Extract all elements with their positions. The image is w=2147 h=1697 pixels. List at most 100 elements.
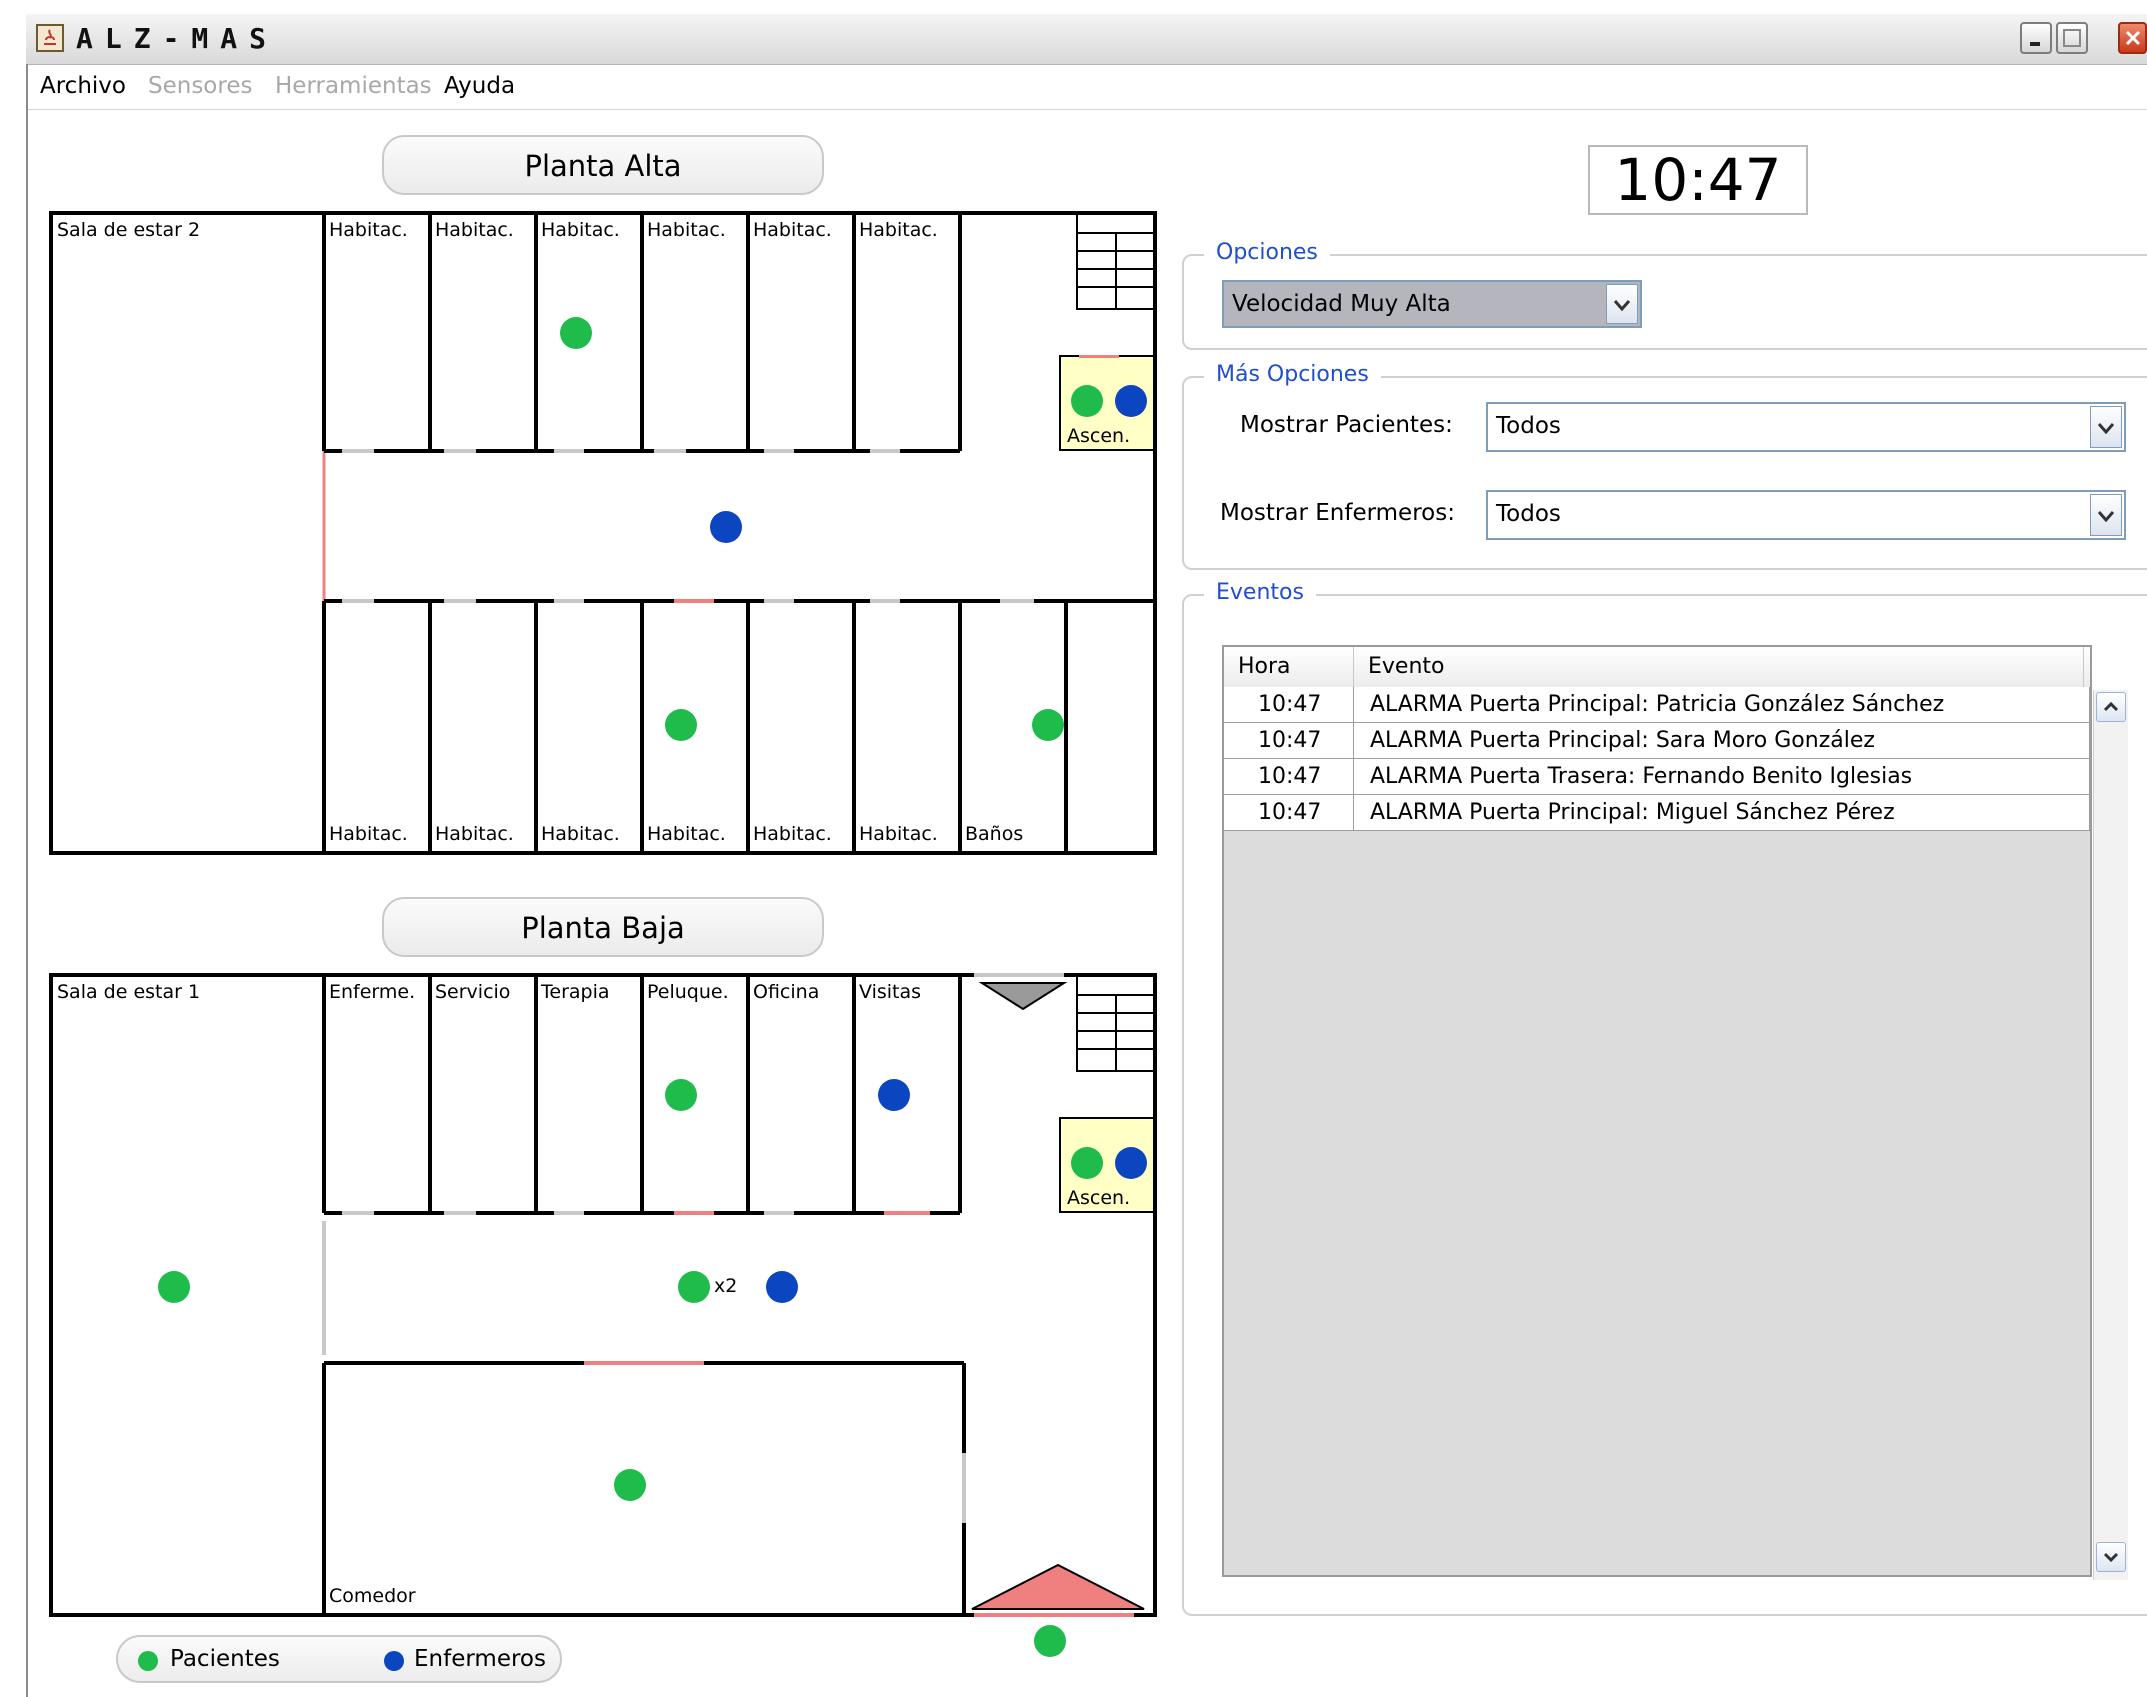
patient-marker[interactable]	[1071, 1147, 1103, 1179]
patient-marker[interactable]	[1034, 1625, 1066, 1657]
options-title: Opciones	[1204, 240, 1330, 265]
nurse-marker[interactable]	[710, 511, 742, 543]
room-label: Habitac.	[541, 219, 620, 241]
patient-marker[interactable]	[1032, 709, 1064, 741]
room-label: Habitac.	[541, 823, 620, 845]
room-label: Habitac.	[753, 823, 832, 845]
nurse-marker[interactable]	[1115, 385, 1147, 417]
room-label: Habitac.	[753, 219, 832, 241]
room-label: Habitac.	[435, 219, 514, 241]
speed-select[interactable]: Velocidad Muy Alta	[1222, 280, 1642, 328]
scroll-down-button[interactable]	[2096, 1542, 2126, 1572]
event-text: ALARMA Puerta Trasera: Fernando Benito I…	[1354, 759, 2090, 794]
room-label-oficina: Oficina	[753, 981, 820, 1003]
lower-floor-walls	[49, 973, 1157, 1617]
event-time: 10:47	[1224, 759, 1354, 794]
menu-archivo[interactable]: Archivo	[40, 73, 126, 99]
events-scrollbar[interactable]	[2093, 690, 2128, 1580]
clock-display: 10:47	[1588, 145, 1808, 215]
table-row[interactable]: 10:47 ALARMA Puerta Principal: Patricia …	[1224, 687, 2090, 723]
title-bar: ALZ-MAS	[26, 14, 2147, 65]
room-label: Habitac.	[859, 823, 938, 845]
event-text: ALARMA Puerta Principal: Patricia Gonzál…	[1354, 687, 2090, 722]
room-label-sala-estar-2: Sala de estar 2	[57, 219, 201, 241]
table-row[interactable]: 10:47 ALARMA Puerta Principal: Miguel Sá…	[1224, 795, 2090, 831]
window-title: ALZ-MAS	[76, 22, 279, 55]
minimize-icon	[2030, 42, 2040, 46]
chevron-down-icon[interactable]	[2090, 406, 2122, 448]
patient-marker[interactable]	[614, 1469, 646, 1501]
room-label: Habitac.	[859, 219, 938, 241]
planta-alta-button[interactable]: Planta Alta	[382, 135, 824, 195]
show-patients-label: Mostrar Pacientes:	[1240, 412, 1453, 438]
chevron-down-icon[interactable]	[1606, 284, 1638, 324]
room-label-sala-estar-1: Sala de estar 1	[57, 981, 201, 1003]
room-label: Habitac.	[647, 219, 726, 241]
show-nurses-value: Todos	[1496, 501, 1561, 527]
room-label-banos: Baños	[965, 823, 1024, 845]
options-group: Opciones Velocidad Muy Alta	[1182, 240, 2147, 350]
more-options-title: Más Opciones	[1204, 362, 1381, 387]
room-label: Habitac.	[647, 823, 726, 845]
patient-marker[interactable]	[678, 1271, 710, 1303]
events-title: Eventos	[1204, 580, 1316, 605]
maximize-button[interactable]	[2056, 22, 2088, 54]
patient-marker[interactable]	[560, 317, 592, 349]
close-button[interactable]	[2118, 22, 2147, 54]
show-patients-select[interactable]: Todos	[1486, 402, 2126, 452]
show-patients-value: Todos	[1496, 413, 1561, 439]
nurse-marker[interactable]	[766, 1271, 798, 1303]
elevator-label: Ascen.	[1067, 1187, 1131, 1209]
legend-patients: Pacientes	[170, 1646, 280, 1672]
room-label-enfermeria: Enferme.	[329, 981, 416, 1003]
elevator-upper: Ascen.	[1059, 355, 1155, 451]
upper-floor-walls	[49, 211, 1157, 855]
table-row[interactable]: 10:47 ALARMA Puerta Trasera: Fernando Be…	[1224, 759, 2090, 795]
event-time: 10:47	[1224, 687, 1354, 722]
event-time: 10:47	[1224, 795, 1354, 830]
room-label-terapia: Terapia	[541, 981, 610, 1003]
nurse-marker[interactable]	[878, 1079, 910, 1111]
show-nurses-label: Mostrar Enfermeros:	[1220, 500, 1455, 526]
chevron-down-icon	[2103, 1552, 2119, 1563]
patient-marker[interactable]	[158, 1271, 190, 1303]
table-row[interactable]: 10:47 ALARMA Puerta Principal: Sara Moro…	[1224, 723, 2090, 759]
lower-floor-plan: Sala de estar 1 Enferme. Servicio Terapi…	[24, 973, 1157, 1673]
speed-select-value: Velocidad Muy Alta	[1232, 291, 1451, 317]
column-header-evento[interactable]: Evento	[1354, 647, 2084, 687]
patient-marker[interactable]	[665, 1079, 697, 1111]
chevron-down-icon[interactable]	[2090, 494, 2122, 536]
patient-marker[interactable]	[665, 709, 697, 741]
scroll-up-button[interactable]	[2096, 692, 2126, 722]
room-label-peluqueria: Peluque.	[647, 981, 729, 1003]
menu-sensores[interactable]: Sensores	[148, 73, 252, 99]
events-table-header: Hora Evento	[1224, 647, 2090, 688]
room-label-visitas: Visitas	[859, 981, 922, 1003]
patient-legend-icon	[138, 1651, 158, 1671]
legend: Pacientes Enfermeros	[116, 1635, 562, 1683]
patient-count-label: x2	[714, 1275, 738, 1297]
menu-herramientas[interactable]: Herramientas	[275, 73, 432, 99]
close-icon	[2125, 30, 2141, 46]
room-label: Habitac.	[435, 823, 514, 845]
room-label: Habitac.	[329, 823, 408, 845]
menu-bar: Archivo Sensores Herramientas Ayuda	[28, 65, 2147, 110]
legend-nurses: Enfermeros	[414, 1646, 546, 1672]
event-time: 10:47	[1224, 723, 1354, 758]
menu-ayuda[interactable]: Ayuda	[444, 73, 515, 99]
patient-marker[interactable]	[1071, 385, 1103, 417]
room-label-comedor: Comedor	[329, 1585, 416, 1607]
upper-floor-plan: Sala de estar 2 Habitac. Habitac. Habita…	[24, 211, 1157, 855]
column-header-hora[interactable]: Hora	[1224, 647, 1354, 687]
show-nurses-select[interactable]: Todos	[1486, 490, 2126, 540]
chevron-up-icon	[2103, 701, 2119, 712]
event-text: ALARMA Puerta Principal: Sara Moro Gonzá…	[1354, 723, 2090, 758]
planta-baja-button[interactable]: Planta Baja	[382, 897, 824, 957]
room-label: Habitac.	[329, 219, 408, 241]
more-options-group: Más Opciones Mostrar Pacientes: Todos Mo…	[1182, 362, 2147, 570]
nurse-legend-icon	[384, 1651, 404, 1671]
minimize-button[interactable]	[2020, 22, 2052, 54]
nurse-marker[interactable]	[1115, 1147, 1147, 1179]
room-label-servicio: Servicio	[435, 981, 511, 1003]
events-table: Hora Evento 10:47 ALARMA Puerta Principa…	[1222, 645, 2092, 1577]
